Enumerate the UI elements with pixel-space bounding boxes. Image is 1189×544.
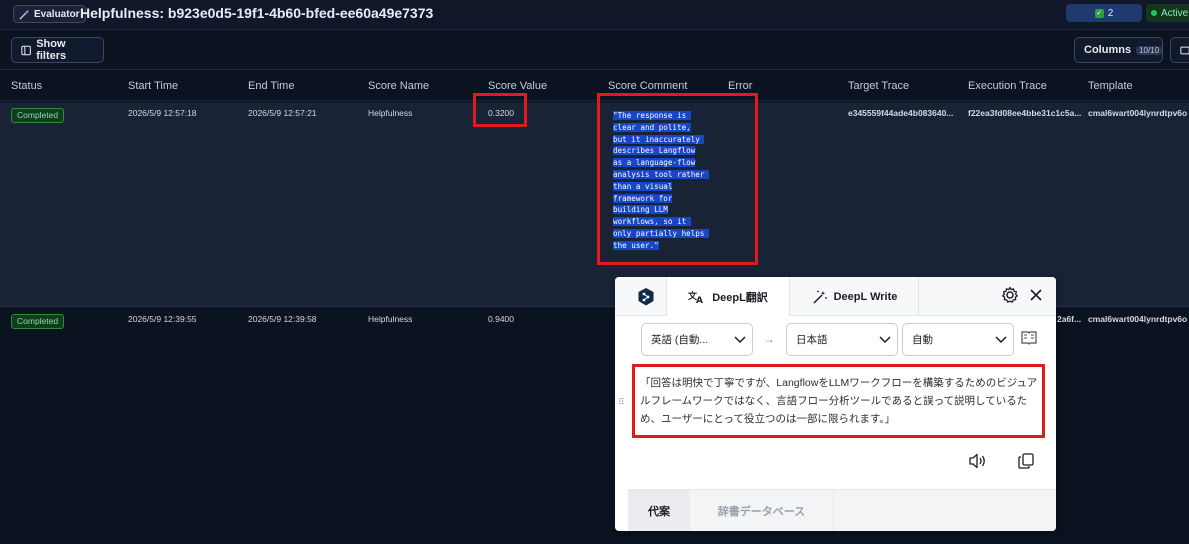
target-trace-cell[interactable]: e345559f44ade4b083640... [848,108,953,118]
end-time-cell: 2026/5/9 12:39:58 [248,314,317,324]
magic-wand-icon [19,9,30,20]
source-language-value: 英語 (自動... [651,334,709,346]
tab-deepl-translate-label: DeepL翻訳 [712,291,768,304]
column-header-start-time[interactable]: Start Time [128,80,178,92]
translation-output[interactable]: 「回答は明快で丁寧ですが、LangflowをLLMワークフローを構築するためのビ… [632,364,1045,438]
deepl-translate-popup: 文A DeepL翻訳 DeepL Write 英語 (自動... → 日本語 自… [615,277,1056,531]
gear-icon[interactable] [1001,286,1019,304]
execution-trace-cell[interactable]: f22ea3fd08ee4bbe31c1c5a... [968,108,1086,118]
copy-icon[interactable] [1017,452,1035,470]
start-time-cell: 2026/5/9 12:39:55 [128,314,197,324]
column-header-target-trace[interactable]: Target Trace [848,80,909,92]
tab-deepl-write[interactable]: DeepL Write [791,277,919,316]
deepl-bottom-tabs: 代案 辞書データベース [628,489,1056,531]
app-root: Evaluator Helpfulness: b923e0d5-19f1-4b6… [0,0,1189,544]
evaluator-badge: Evaluator [13,5,86,23]
magic-pen-icon [813,290,827,304]
language-arrow: → [763,332,775,346]
table-header: Status Start Time End Time Score Name Sc… [0,71,1189,101]
status-badge: Active [1146,4,1189,22]
columns-count: 10/10 [1136,45,1163,55]
show-filters-label: Show filters [36,38,67,62]
formality-select[interactable]: 自動 [902,323,1014,356]
layout-icon [1180,46,1189,54]
chevron-down-icon [995,336,1007,344]
column-header-status[interactable]: Status [11,80,42,92]
tab-deepl-write-label: DeepL Write [833,290,898,303]
column-header-score-name[interactable]: Score Name [368,80,429,92]
table-toolbar: Show filters Columns 10/10 [0,30,1189,70]
chevron-down-icon [879,336,891,344]
source-language-select[interactable]: 英語 (自動... [641,323,753,356]
count-badge[interactable]: ✓ 2 [1066,4,1142,22]
svg-text:A: A [696,296,703,304]
columns-label: Columns [1084,44,1132,56]
column-header-execution-trace[interactable]: Execution Trace [968,80,1047,92]
show-filters-button[interactable]: Show filters [11,37,104,63]
count-label: 2 [1107,7,1114,19]
column-header-score-comment[interactable]: Score Comment [608,80,687,92]
deepl-tab-bar: 文A DeepL翻訳 DeepL Write [615,277,1056,316]
close-icon[interactable] [1029,288,1043,302]
status-badge: Completed [11,314,65,329]
score-name-cell: Helpfulness [368,108,413,118]
evaluator-badge-label: Evaluator [34,8,80,20]
score-name-cell: Helpfulness [368,314,413,324]
header-bar: Evaluator Helpfulness: b923e0d5-19f1-4b6… [0,0,1189,30]
columns-button[interactable]: Columns 10/10 [1074,37,1163,63]
start-time-cell: 2026/5/9 12:57:18 [128,108,197,118]
translate-icon: 文A [688,290,703,304]
glossary-icon[interactable] [1020,329,1038,347]
tab-alternatives[interactable]: 代案 [628,490,690,531]
score-value-cell: 0.9400 [488,314,514,324]
score-value-highlight [473,93,527,127]
status-dot-icon [1151,10,1157,16]
view-options-button[interactable] [1170,37,1189,63]
page-title: Helpfulness: b923e0d5-19f1-4b60-bfed-ee6… [80,5,434,21]
template-cell[interactable]: cmal6wart004lynrdtpv6o [1088,108,1187,118]
tab-deepl-translate[interactable]: 文A DeepL翻訳 [666,277,790,316]
check-icon: ✓ [1094,8,1104,18]
deepl-logo-icon [638,288,654,306]
drag-handle-icon[interactable]: ⠿ [618,397,625,408]
tab-dictionary[interactable]: 辞書データベース [690,490,834,531]
status-label: Active [1161,7,1189,19]
column-header-template[interactable]: Template [1088,80,1133,92]
end-time-cell: 2026/5/9 12:57:21 [248,108,317,118]
column-header-end-time[interactable]: End Time [248,80,294,92]
chevron-down-icon [734,336,746,344]
formality-value: 自動 [912,334,933,346]
score-comment-highlight [597,93,758,265]
execution-trace-cell[interactable]: 2a6f... [1057,314,1081,324]
column-header-error[interactable]: Error [728,80,752,92]
target-language-value: 日本語 [796,334,828,346]
column-header-score-value[interactable]: Score Value [488,80,547,92]
status-badge: Completed [11,108,65,123]
speaker-icon[interactable] [968,452,988,470]
template-cell[interactable]: cmal6wart004lynrdtpv6o [1088,314,1187,324]
target-language-select[interactable]: 日本語 [786,323,898,356]
sidebar-panel-icon [21,45,31,55]
